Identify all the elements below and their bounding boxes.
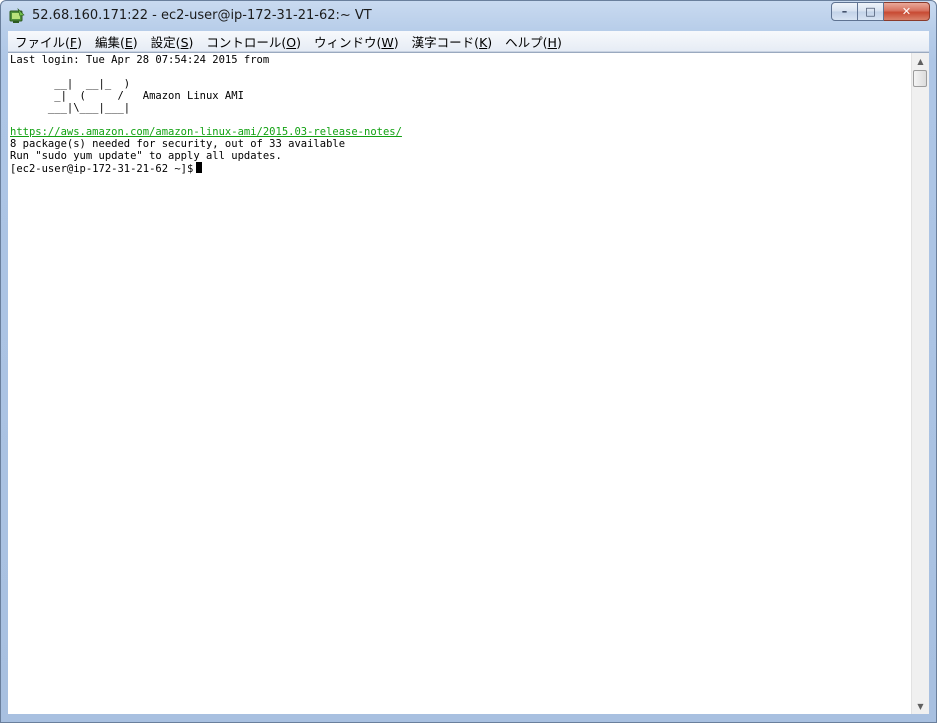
- menu-kanji-code[interactable]: 漢字コード(K): [405, 32, 498, 51]
- menu-bar: ファイル(F) 編集(E) 設定(S) コントロール(O) ウィンドウ(W) 漢…: [8, 31, 929, 52]
- vertical-scrollbar[interactable]: ▲ ▼: [911, 53, 929, 714]
- minimize-button[interactable]: –: [831, 2, 858, 21]
- shell-prompt: [ec2-user@ip-172-31-21-62 ~]$: [10, 163, 194, 175]
- maximize-icon: □: [865, 5, 876, 18]
- release-notes-link[interactable]: https://aws.amazon.com/amazon-linux-ami/…: [10, 126, 402, 138]
- menu-control[interactable]: コントロール(O): [199, 32, 307, 51]
- ascii-art-line-3: ___|\___|___|: [10, 102, 131, 114]
- menu-edit[interactable]: 編集(E): [88, 32, 144, 51]
- teraterm-icon: [9, 8, 25, 23]
- minimize-icon: –: [841, 5, 848, 18]
- last-login-line: Last login: Tue Apr 28 07:54:24 2015 fro…: [10, 54, 270, 66]
- window-controls: – □ ✕: [831, 2, 930, 22]
- scroll-up-icon[interactable]: ▲: [912, 53, 929, 69]
- menu-file[interactable]: ファイル(F): [8, 32, 88, 51]
- maximize-button[interactable]: □: [858, 2, 884, 21]
- menu-help[interactable]: ヘルプ(H): [498, 32, 568, 51]
- terminal-window: 52.68.160.171:22 - ec2-user@ip-172-31-21…: [0, 0, 937, 723]
- scroll-down-icon[interactable]: ▼: [912, 698, 929, 714]
- terminal-screen[interactable]: Last login: Tue Apr 28 07:54:24 2015 fro…: [8, 53, 911, 714]
- scrollbar-thumb[interactable]: [913, 70, 927, 87]
- packages-line: 8 package(s) needed for security, out of…: [10, 138, 346, 150]
- title-bar[interactable]: 52.68.160.171:22 - ec2-user@ip-172-31-21…: [1, 1, 936, 31]
- menu-window[interactable]: ウィンドウ(W): [307, 32, 405, 51]
- client-area: Last login: Tue Apr 28 07:54:24 2015 fro…: [8, 52, 929, 714]
- close-button[interactable]: ✕: [884, 2, 930, 21]
- window-title: 52.68.160.171:22 - ec2-user@ip-172-31-21…: [32, 8, 372, 23]
- update-line: Run "sudo yum update" to apply all updat…: [10, 150, 282, 162]
- prompt-line[interactable]: [ec2-user@ip-172-31-21-62 ~]$: [10, 162, 203, 175]
- close-icon: ✕: [901, 5, 912, 18]
- menu-setup[interactable]: 設定(S): [144, 32, 200, 51]
- ascii-art-line-2: _| ( / Amazon Linux AMI: [10, 90, 244, 102]
- text-cursor: [196, 162, 203, 173]
- ascii-art-line-1: __| __|_ ): [10, 78, 131, 90]
